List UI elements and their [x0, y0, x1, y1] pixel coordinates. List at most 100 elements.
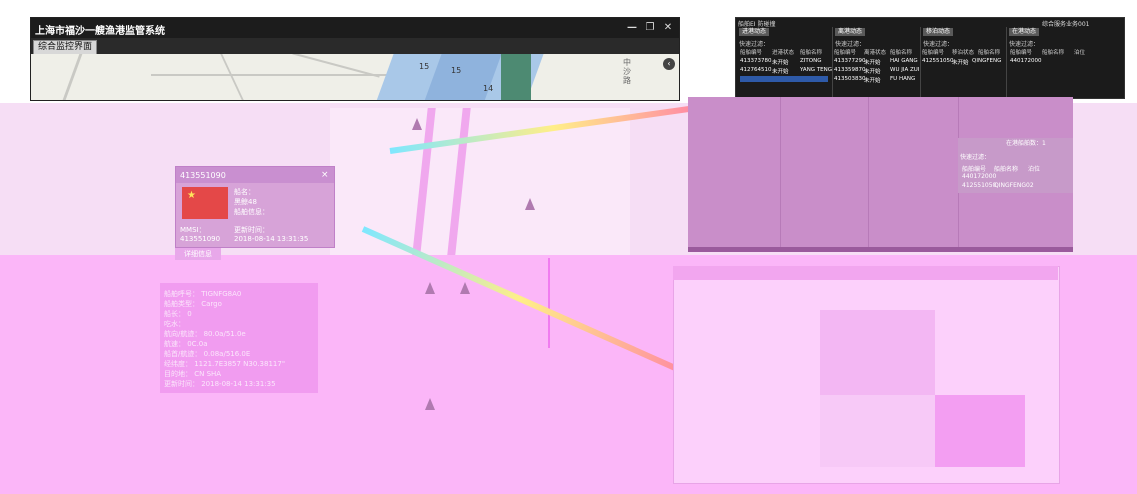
detail-row: 船舶呼号： TIGNFG8A0	[164, 290, 242, 298]
table-cell[interactable]: QINGFENG	[972, 58, 1001, 64]
column-header[interactable]: 船舶编号	[922, 48, 944, 56]
table-cell[interactable]: 413377290	[834, 58, 866, 64]
column-header[interactable]: 船舶编号	[962, 164, 986, 173]
selected-row[interactable]	[740, 76, 828, 82]
in-port-subpanel: 在港船舶数：1 快速过滤： 船舶编号 船舶名称 泊位 440172000 412…	[958, 138, 1073, 193]
detail-button[interactable]: 详细信息	[175, 248, 221, 260]
table-cell[interactable]: 413373780	[740, 58, 772, 64]
detail-row: 目的地： CN SHA	[164, 370, 222, 378]
column-header[interactable]: 船舶编号	[740, 48, 762, 56]
column-divider	[868, 97, 869, 249]
channel-lane	[447, 108, 471, 255]
column-header[interactable]: 泊位	[1074, 48, 1085, 56]
ship-icon[interactable]	[412, 118, 422, 130]
column-header[interactable]: 船舶编号	[834, 48, 856, 56]
table-cell[interactable]: 未开始	[864, 67, 881, 75]
column-header[interactable]: 船舶名称	[978, 48, 1000, 56]
map-road	[151, 74, 391, 76]
column-divider	[780, 97, 781, 249]
ship-extra-label: 船舶信息：	[234, 208, 269, 216]
close-button[interactable]: ✕	[661, 21, 675, 34]
table-cell[interactable]: 未开始	[952, 58, 969, 66]
column-header[interactable]: 船舶名称	[1042, 48, 1064, 56]
quick-filter-label: 快速过滤：	[960, 154, 991, 161]
table-cell[interactable]: 未开始	[864, 76, 881, 84]
section-header[interactable]: 离港动态	[835, 28, 866, 36]
detail-row: 更新时间： 2018-08-14 13:31:35	[164, 380, 276, 388]
section-shifting: 移泊动态 快速过滤： 船舶编号 移泊状态 船舶名称 412551050 未开始 …	[920, 27, 1007, 97]
camera-placeholder	[935, 395, 1025, 467]
map-road	[62, 54, 83, 100]
restore-button[interactable]: ❐	[643, 21, 657, 34]
berth-line	[548, 258, 550, 348]
section-departures: 离港动态 快速过滤： 船舶编号 离港状态 船舶名称 413377290 未开始 …	[832, 27, 921, 97]
channel-lane	[412, 108, 436, 255]
map-view[interactable]: 15 15 14 中沙路 ‹	[31, 54, 679, 100]
ship-name-label: 船名：	[234, 188, 255, 196]
section-in-port: 在港动态 快速过滤： 船舶编号 船舶名称 泊位 440172000	[1006, 27, 1122, 97]
ship-name-value: 黑鲸48	[234, 198, 257, 206]
ship-icon[interactable]	[425, 282, 435, 294]
berth-dynamics-window: 船舶EI 防碰撞 综合服务业务001 进港动态 快速过滤： 船舶编号 进港状态 …	[735, 17, 1125, 99]
table-cell[interactable]: 412551050	[962, 182, 996, 189]
terminal-area	[501, 54, 531, 100]
table-cell[interactable]: HAI GANG	[890, 58, 918, 64]
map-place-label: 中沙路	[623, 58, 631, 85]
mmsi-value: 413551090	[180, 235, 221, 243]
section-header[interactable]: 移泊动态	[923, 28, 954, 36]
quick-filter-label: 快速过滤：	[835, 41, 866, 48]
camera-image[interactable]	[820, 395, 935, 467]
table-cell[interactable]: FU HANG	[890, 76, 915, 82]
table-cell[interactable]: YANG TENG	[800, 67, 832, 73]
column-header[interactable]: 船舶名称	[994, 164, 1018, 173]
table-cell[interactable]: 440172000	[962, 173, 996, 180]
column-header[interactable]: 离港状态	[864, 48, 886, 56]
ship-icon[interactable]	[525, 198, 535, 210]
camera-image[interactable]	[820, 310, 935, 396]
quick-filter-label: 快速过滤：	[923, 41, 954, 48]
table-cell[interactable]: 未开始	[864, 58, 881, 66]
column-header[interactable]: 船舶名称	[890, 48, 912, 56]
detail-row: 船首/航迹： 0.08a/516.0E	[164, 350, 251, 358]
section-header[interactable]: 进港动态	[739, 28, 770, 36]
detail-row: 经纬度： 1121.7E3857 N30.38117"	[164, 360, 286, 368]
table-cell[interactable]: ZITONG	[800, 58, 821, 64]
minimize-button[interactable]: —	[625, 21, 639, 34]
column-header[interactable]: 移泊状态	[952, 48, 974, 56]
popup-close-icon[interactable]: ×	[321, 170, 329, 180]
map-road	[220, 54, 244, 100]
section-header[interactable]: 在港动态	[1009, 28, 1040, 36]
update-time-value: 2018-08-14 13:31:35	[234, 235, 309, 243]
scrollbar[interactable]	[688, 247, 1073, 252]
vessel-detail-panel: 船舶呼号： TIGNFG8A0 船舶类型： Cargo 船长： 0 吃水： 航向…	[160, 283, 318, 393]
column-header[interactable]: 泊位	[1028, 164, 1040, 173]
tab-monitor[interactable]: 综合监控界面	[33, 40, 98, 55]
detail-row: 航速： 0C.0a	[164, 340, 208, 348]
column-header[interactable]: 船舶编号	[1010, 48, 1032, 56]
depth-label: 15	[419, 62, 430, 71]
column-header[interactable]: 船舶名称	[800, 48, 822, 56]
table-cell[interactable]: 412551050	[922, 58, 954, 64]
quick-filter-label: 快速过滤：	[739, 41, 770, 48]
table-cell[interactable]: 440172000	[1010, 58, 1042, 64]
column-header[interactable]: 进港状态	[772, 48, 794, 56]
window-title: 上海市福沙一艘渔港监管系统	[35, 26, 165, 37]
quick-filter-label: 快速过滤：	[1009, 41, 1040, 48]
table-cell[interactable]: 未开始	[772, 58, 789, 66]
table-cell[interactable]: 412764510	[740, 67, 772, 73]
monitor-window: 上海市福沙一艘渔港监管系统 — ❐ ✕ 综合监控界面 15 15 14 中沙路 …	[30, 17, 680, 101]
detail-row: 船舶类型： Cargo	[164, 300, 222, 308]
map-collapse-button[interactable]: ‹	[663, 58, 675, 70]
depth-label: 15	[451, 66, 462, 75]
table-cell[interactable]: 413503830	[834, 76, 866, 82]
detail-row: 航向/航迹： 80.0a/51.0e	[164, 330, 246, 338]
table-cell[interactable]: QINGFENG02	[994, 182, 1034, 189]
table-cell[interactable]: WU JIA ZUI	[890, 67, 919, 73]
update-time-label: 更新时间：	[234, 226, 269, 234]
ship-icon[interactable]	[460, 282, 470, 294]
title-bar: 上海市福沙一艘渔港监管系统 — ❐ ✕	[31, 18, 679, 38]
table-cell[interactable]: 未开始	[772, 67, 789, 75]
table-cell[interactable]: 413359870	[834, 67, 866, 73]
tab-bar: 综合监控界面	[31, 38, 679, 55]
ship-icon[interactable]	[425, 398, 435, 410]
